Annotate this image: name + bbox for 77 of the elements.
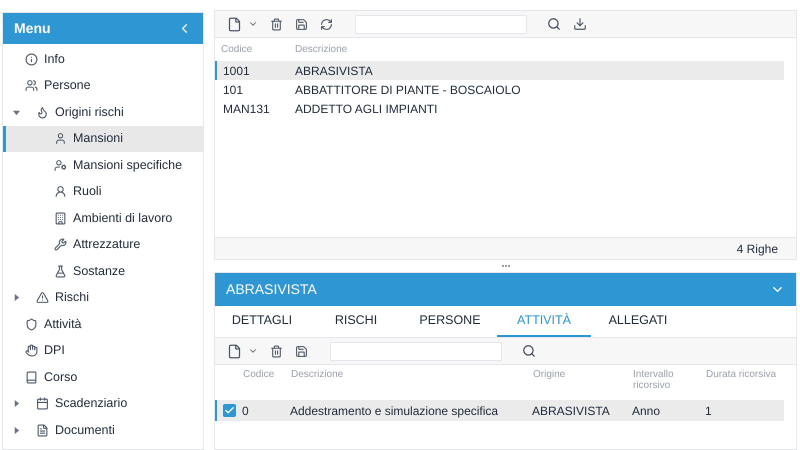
book-icon bbox=[25, 370, 38, 384]
menu-item[interactable]: Ruoli bbox=[3, 178, 204, 205]
tab[interactable]: DETTAGLI bbox=[215, 306, 309, 337]
document-icon bbox=[36, 424, 49, 437]
table-cell-text: 1 bbox=[705, 402, 713, 420]
column-header: Origine bbox=[533, 369, 566, 382]
detail-title: ABRASIVISTA bbox=[226, 280, 317, 299]
menu-item[interactable]: Rischi bbox=[3, 284, 204, 311]
table-cell-text: ABRASIVISTA bbox=[532, 402, 611, 420]
menu-item[interactable]: Documenti bbox=[3, 417, 204, 444]
shield-icon bbox=[25, 318, 38, 331]
table-cell-text: 0 bbox=[242, 402, 250, 420]
new-file-icon[interactable] bbox=[227, 344, 242, 358]
menu-item[interactable]: Persone bbox=[3, 72, 204, 99]
menu-item[interactable]: Sostanze bbox=[3, 258, 204, 284]
building-icon bbox=[54, 212, 67, 225]
hand-icon bbox=[25, 344, 38, 358]
table-cell-text: MAN131 bbox=[222, 100, 271, 118]
calendar-icon bbox=[36, 397, 49, 410]
column-header: Descrizione bbox=[295, 43, 348, 57]
splitter-handle-icon[interactable] bbox=[502, 265, 510, 267]
people-icon bbox=[25, 79, 38, 92]
caret-icon[interactable] bbox=[13, 108, 20, 116]
menu-item[interactable]: DPI bbox=[3, 338, 204, 364]
table-row[interactable]: 101 ABBATTITORE DI PIANTE - BOSCAIOLO bbox=[215, 80, 784, 99]
wrench-icon bbox=[54, 238, 67, 252]
menu-item[interactable]: Attività bbox=[3, 311, 204, 338]
menu-item[interactable]: Origini rischi bbox=[3, 99, 204, 126]
caret-icon[interactable] bbox=[13, 294, 20, 302]
caret-icon[interactable] bbox=[13, 426, 20, 434]
table-cell-text: ABBATTITORE DI PIANTE - BOSCAIOLO bbox=[295, 82, 521, 98]
table-cell-text: Addestramento e simulazione specifica bbox=[290, 402, 500, 420]
person-icon bbox=[54, 158, 67, 172]
search-icon[interactable] bbox=[522, 344, 536, 358]
row-count: 4 Righe bbox=[736, 240, 778, 258]
table-row[interactable]: 0 Addestramento e simulazione specifica ABRASIVISTA Anno 1 bbox=[215, 400, 784, 421]
column-header: Durata ricorsiva bbox=[706, 369, 778, 382]
row-checkbox[interactable] bbox=[223, 404, 236, 417]
new-file-icon[interactable] bbox=[227, 16, 242, 32]
warning-icon bbox=[36, 291, 49, 304]
table-cell-text: Anno bbox=[632, 402, 662, 420]
tab[interactable]: PERSONE bbox=[403, 306, 497, 337]
column-header: Descrizione bbox=[291, 369, 344, 382]
search-field[interactable] bbox=[355, 14, 527, 34]
trash-icon[interactable] bbox=[270, 18, 283, 30]
menu-item[interactable]: Ambienti di lavoro bbox=[3, 205, 204, 232]
save-icon[interactable] bbox=[295, 344, 308, 358]
save-icon[interactable] bbox=[295, 18, 308, 30]
menu-item[interactable]: Scadenziario bbox=[3, 390, 204, 417]
flame-icon bbox=[36, 106, 49, 119]
menu-title: Menu bbox=[14, 19, 51, 38]
info-icon bbox=[25, 52, 38, 66]
menu-item[interactable]: Corso bbox=[3, 364, 204, 390]
table-row[interactable]: MAN131 ADDETTO AGLI IMPIANTI bbox=[215, 99, 784, 118]
table-cell-text: 1001 bbox=[222, 62, 251, 80]
person-icon bbox=[54, 132, 67, 146]
column-header: Codice bbox=[220, 43, 254, 57]
tab[interactable]: ALLEGATI bbox=[591, 306, 685, 337]
tab[interactable]: RISCHI bbox=[309, 306, 403, 337]
trash-icon[interactable] bbox=[270, 344, 283, 358]
flask-icon bbox=[54, 264, 67, 278]
menu-item[interactable]: Attrezzature bbox=[3, 232, 204, 258]
table-row[interactable]: 1001 ABRASIVISTA bbox=[215, 61, 784, 80]
search-icon[interactable] bbox=[547, 17, 561, 31]
download-icon[interactable] bbox=[573, 17, 587, 31]
table-cell-text: ADDETTO AGLI IMPIANTI bbox=[295, 100, 438, 118]
refresh-icon[interactable] bbox=[320, 18, 333, 30]
search-field[interactable] bbox=[330, 342, 502, 360]
table-cell-text: 101 bbox=[222, 82, 244, 98]
column-header: Codice bbox=[243, 369, 276, 382]
menu-item[interactable]: Mansioni bbox=[3, 126, 204, 152]
caret-icon[interactable] bbox=[13, 400, 20, 408]
person-icon bbox=[54, 185, 67, 198]
table-cell-text: ABRASIVISTA bbox=[295, 62, 373, 80]
menu-item[interactable]: Mansioni specifiche bbox=[3, 152, 204, 178]
column-header: Intervallo ricorsivo bbox=[633, 369, 675, 393]
menu-item[interactable]: Info bbox=[3, 46, 204, 72]
